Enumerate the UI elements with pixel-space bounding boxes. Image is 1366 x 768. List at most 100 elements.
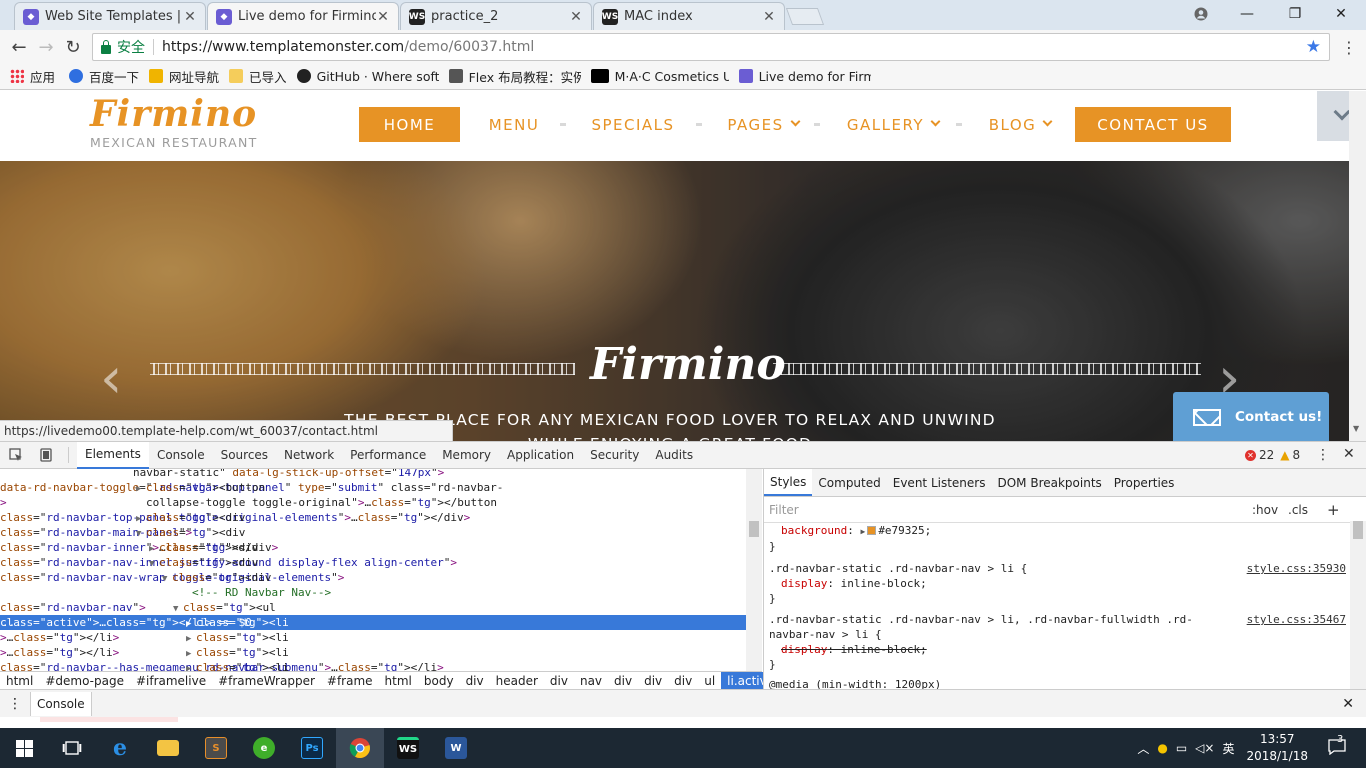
tab-network[interactable]: Network <box>276 442 342 469</box>
breadcrumb-item[interactable]: div <box>668 674 698 688</box>
close-devtools-icon[interactable]: ✕ <box>1343 446 1355 462</box>
breadcrumb-item[interactable]: header <box>490 674 544 688</box>
rule-source-link[interactable]: style.css:35467 <box>1247 612 1346 627</box>
bookmark-folder-imported[interactable]: 已导入 <box>229 67 287 86</box>
dom-node-line[interactable]: ▼ class="tg"><div class="rd-navbar-nav-wr… <box>0 570 746 585</box>
bookmark-baidu[interactable]: 百度一下 <box>69 67 139 86</box>
nav-pages[interactable]: PAGES <box>720 107 806 142</box>
tab-audits[interactable]: Audits <box>647 442 701 469</box>
inspect-element-icon[interactable] <box>0 448 32 462</box>
menu-icon[interactable]: ⋮ <box>1338 36 1360 58</box>
styles-filter-input[interactable]: Filter :hov .cls + <box>764 497 1366 523</box>
bookmark-flex[interactable]: Flex 布局教程：实例 <box>448 67 581 86</box>
word-icon[interactable]: W <box>432 728 480 768</box>
edge-icon[interactable]: e <box>96 728 144 768</box>
style-rule[interactable]: .rd-navbar-static .rd-navbar-nav > li {s… <box>764 561 1354 606</box>
breadcrumb-item[interactable]: #iframelive <box>130 674 212 688</box>
nav-contact-us[interactable]: CONTACT US <box>1075 107 1231 142</box>
close-icon[interactable]: ✕ <box>762 9 776 25</box>
tab-application[interactable]: Application <box>499 442 582 469</box>
close-drawer-icon[interactable]: ✕ <box>1342 696 1354 712</box>
scroll-down-icon[interactable]: ▼ <box>1353 424 1359 433</box>
error-warning-counter[interactable]: ✕ 22 ▲ 8 <box>1245 448 1300 462</box>
tab-web-site-templates[interactable]: ◆ Web Site Templates | W ✕ <box>14 2 206 30</box>
drawer-tab-console[interactable]: Console <box>30 691 92 716</box>
network-icon[interactable]: ▭ <box>1176 741 1187 755</box>
style-rule[interactable]: @media (min-width: 1200px) <box>764 677 1354 689</box>
breadcrumb-item[interactable]: html <box>379 674 418 688</box>
dom-tree-scrollbar[interactable] <box>746 469 762 671</box>
tab-properties[interactable]: Properties <box>1108 469 1181 496</box>
tab-event-listeners[interactable]: Event Listeners <box>887 469 992 496</box>
site-logo[interactable]: Firmino <box>90 93 257 135</box>
contact-us-popup[interactable]: Contact us! <box>1173 392 1329 441</box>
tab-security[interactable]: Security <box>582 442 647 469</box>
tab-elements[interactable]: Elements <box>77 441 149 469</box>
style-rule[interactable]: background: ▶ #e79325;} <box>764 523 1354 554</box>
qq-icon[interactable]: ● <box>1157 741 1167 755</box>
address-bar[interactable]: 安全 https://www.templatemonster.com/demo/… <box>92 33 1330 61</box>
scrollbar-thumb[interactable] <box>749 521 759 537</box>
slider-prev-icon[interactable]: ‹ <box>100 346 122 411</box>
webstorm-icon[interactable]: WS <box>384 728 432 768</box>
close-icon[interactable]: ✕ <box>183 9 197 25</box>
new-tab-button[interactable] <box>785 8 825 25</box>
page-scrollbar[interactable]: ▼ <box>1349 91 1366 441</box>
volume-icon[interactable]: ◁× <box>1195 741 1214 755</box>
bookmark-live-demo[interactable]: Live demo for Firmi <box>738 69 871 84</box>
bookmark-apps[interactable]: 应用 <box>10 67 55 86</box>
expand-toggle-icon[interactable]: ▶ <box>186 662 196 671</box>
photoshop-icon[interactable]: Ps <box>288 728 336 768</box>
bookmark-mac-cosmetics[interactable]: M·A·C Cosmetics Ur <box>590 69 729 84</box>
breadcrumb-item[interactable]: div <box>638 674 668 688</box>
dom-node-line[interactable]: ▶ class="tg"><div class="rd-navbar-inner"… <box>0 540 746 555</box>
breadcrumb-item[interactable]: nav <box>574 674 608 688</box>
breadcrumb-item[interactable]: body <box>418 674 460 688</box>
dom-node-line[interactable]: navbar-static" data-lg-stick-up-offset="… <box>0 469 746 480</box>
tab-sources[interactable]: Sources <box>213 442 276 469</box>
tab-practice-2[interactable]: WS practice_2 ✕ <box>400 2 592 30</box>
rule-source-link[interactable]: style.css:35930 <box>1247 561 1346 576</box>
dom-node-line[interactable]: ▶ class="tg"><button data-rd-navbar-toggl… <box>0 480 746 495</box>
tray-expand-icon[interactable]: ︿ <box>1137 740 1149 757</box>
bookmark-hao123[interactable]: 网址导航 <box>149 67 219 86</box>
dom-node-line[interactable]: ... ▶ class="tg"><li class="active">…class… <box>0 615 746 630</box>
action-center-icon[interactable]: 3 <box>1328 734 1358 758</box>
dom-node-line[interactable]: ▼ class="tg"><div class="rd-navbar-nav-in… <box>0 555 746 570</box>
forward-icon[interactable]: → <box>35 36 57 58</box>
nav-menu[interactable]: MENU <box>477 107 551 142</box>
tab-performance[interactable]: Performance <box>342 442 434 469</box>
nav-blog[interactable]: BLOG <box>982 107 1058 142</box>
dom-node-line[interactable]: collapse-toggle toggle-original">…class=… <box>0 495 746 510</box>
dom-node-line[interactable]: ▶ class="tg"><li class="rd-navbar--has-me… <box>0 660 746 671</box>
rule-declaration[interactable]: display: inline-block; <box>769 642 1354 657</box>
tab-console[interactable]: Console <box>149 442 213 469</box>
device-toolbar-icon[interactable] <box>32 448 60 462</box>
close-window-icon[interactable]: ✕ <box>1318 0 1364 28</box>
drawer-menu-icon[interactable]: ⋮ <box>0 696 30 712</box>
file-explorer-icon[interactable] <box>144 728 192 768</box>
profile-icon[interactable] <box>1178 0 1224 28</box>
breadcrumb-item[interactable]: div <box>608 674 638 688</box>
tab-dom-breakpoints[interactable]: DOM Breakpoints <box>991 469 1107 496</box>
rule-declaration[interactable]: display: inline-block; <box>769 576 1354 591</box>
reload-icon[interactable]: ↻ <box>62 36 84 58</box>
breadcrumb-item[interactable]: div <box>460 674 490 688</box>
restore-icon[interactable]: ❐ <box>1272 0 1318 28</box>
close-icon[interactable]: ✕ <box>569 9 583 25</box>
scrollbar-thumb[interactable] <box>1353 521 1363 539</box>
dom-node-line[interactable]: ▼ class="tg"><ul class="rd-navbar-nav"> <box>0 600 746 615</box>
dom-node-line[interactable]: ▶ class="tg"><div class="rd-navbar-top-pa… <box>0 510 746 525</box>
rule-declaration[interactable]: background: ▶ #e79325; <box>769 523 1354 539</box>
360-browser-icon[interactable]: e <box>240 728 288 768</box>
breadcrumb-item[interactable]: #frameWrapper <box>212 674 321 688</box>
breadcrumb-item[interactable]: div <box>544 674 574 688</box>
chrome-icon[interactable] <box>336 728 384 768</box>
tab-computed[interactable]: Computed <box>812 469 886 496</box>
breadcrumb-item[interactable]: #demo-page <box>39 674 130 688</box>
dom-node-line[interactable]: ▶ class="tg"><li >…class="tg"></li> <box>0 645 746 660</box>
tab-memory[interactable]: Memory <box>434 442 499 469</box>
breadcrumb-item[interactable]: html <box>0 674 39 688</box>
new-rule-icon[interactable]: + <box>1327 501 1340 519</box>
nav-gallery[interactable]: GALLERY <box>840 107 946 142</box>
